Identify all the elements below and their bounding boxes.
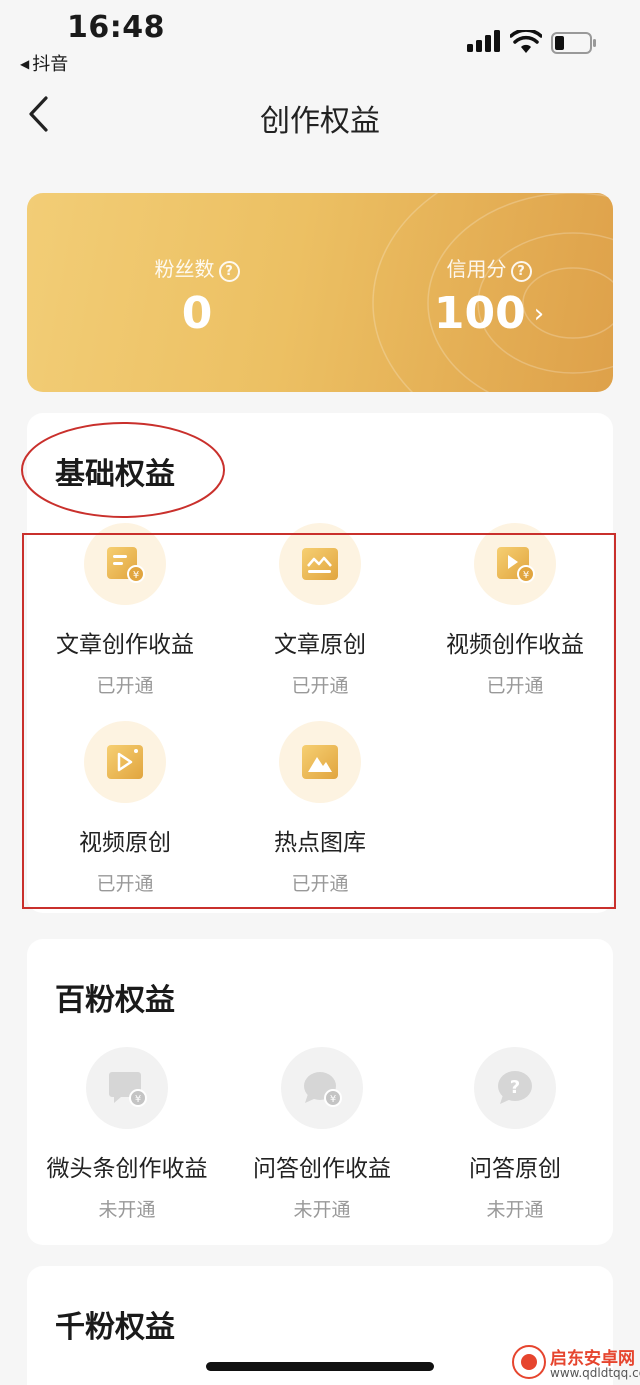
status-time: 16:48 bbox=[67, 10, 165, 45]
benefit-status: 未开通 bbox=[293, 1199, 351, 1221]
fans-value: 0 bbox=[181, 288, 213, 339]
page-title: 创作权益 bbox=[260, 104, 380, 139]
benefit-item[interactable]: ¥ 问答创作收益 未开通 bbox=[224, 1047, 420, 1222]
benefit-item[interactable]: ? 问答原创 未开通 bbox=[417, 1047, 613, 1222]
watermark-logo-icon bbox=[512, 1345, 546, 1379]
chevron-right-icon: › bbox=[533, 299, 545, 329]
benefit-status: 未开通 bbox=[486, 1199, 544, 1221]
benefit-name: 问答原创 bbox=[469, 1156, 561, 1182]
help-icon[interactable]: ? bbox=[510, 261, 532, 282]
stats-banner: 粉丝数? 0 信用分? 100 › bbox=[27, 193, 613, 392]
home-indicator[interactable] bbox=[206, 1362, 434, 1371]
qa-income-icon: ¥ bbox=[304, 1072, 342, 1107]
benefit-name: 微头条创作收益 bbox=[46, 1156, 208, 1182]
credit-value: 100 bbox=[433, 288, 526, 339]
benefit-name: 问答创作收益 bbox=[253, 1156, 391, 1182]
svg-text:¥: ¥ bbox=[330, 1094, 336, 1105]
annotation-ellipse bbox=[21, 422, 225, 518]
back-triangle-icon: ◀ bbox=[20, 57, 30, 71]
watermark-url: www.qdldtqq.com bbox=[550, 1366, 640, 1380]
status-bar: 16:48 ◀ 抖音 bbox=[0, 0, 640, 80]
credit-stat[interactable]: 信用分? 100 › bbox=[389, 253, 589, 339]
qa-original-icon: ? bbox=[498, 1071, 532, 1104]
benefit-status: 未开通 bbox=[98, 1199, 156, 1221]
annotation-rectangle bbox=[22, 533, 616, 909]
fans-stat: 粉丝数? 0 bbox=[97, 253, 297, 339]
micro-headline-income-icon: ¥ bbox=[109, 1072, 147, 1107]
hundred-fans-rights-card: 百粉权益 ¥ 微头条创作收益 未开通 ¥ 问答创作收益 未开通 ? 问答原创 未… bbox=[27, 939, 613, 1245]
help-icon[interactable]: ? bbox=[218, 261, 240, 282]
fans-label: 粉丝数 bbox=[154, 257, 215, 281]
back-to-app-link[interactable]: ◀ 抖音 bbox=[20, 50, 68, 76]
wifi-icon bbox=[510, 30, 542, 53]
back-app-label: 抖音 bbox=[32, 54, 69, 75]
benefit-item[interactable]: ¥ 微头条创作收益 未开通 bbox=[29, 1047, 225, 1222]
navigation-bar: 创作权益 bbox=[0, 82, 640, 146]
hundred-fans-rights-title: 百粉权益 bbox=[55, 983, 175, 1018]
battery-icon bbox=[551, 32, 596, 54]
svg-text:?: ? bbox=[510, 1077, 520, 1098]
watermark: 启东安卓网 www.qdldtqq.com bbox=[512, 1342, 640, 1385]
credit-label: 信用分 bbox=[446, 257, 507, 281]
thousand-fans-rights-title: 千粉权益 bbox=[55, 1310, 175, 1345]
svg-text:¥: ¥ bbox=[135, 1094, 141, 1105]
signal-icon bbox=[467, 30, 500, 52]
